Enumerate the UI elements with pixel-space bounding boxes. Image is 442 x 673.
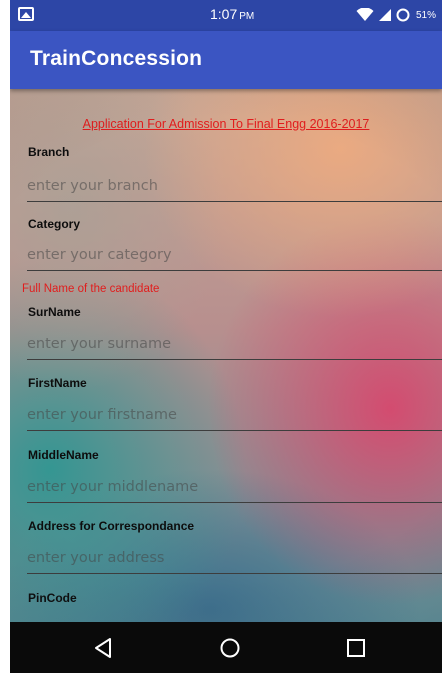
- navigation-bar: [10, 622, 442, 673]
- signal-icon: [378, 9, 391, 21]
- address-input[interactable]: [27, 544, 442, 574]
- wifi-icon: [356, 8, 374, 21]
- back-icon: [95, 638, 111, 658]
- image-notification-icon: [18, 7, 34, 21]
- status-bar: 1:07 PM 51%: [10, 0, 442, 31]
- phone-screen: 1:07 PM 51% TrainConcession Application F…: [10, 0, 442, 673]
- battery-icon: [396, 8, 410, 22]
- branch-input[interactable]: [27, 172, 442, 202]
- form-scroll-area[interactable]: Application For Admission To Final Engg …: [10, 89, 442, 622]
- battery-percent: 51%: [415, 9, 436, 21]
- pincode-label: PinCode: [28, 591, 77, 605]
- firstname-label: FirstName: [28, 376, 87, 390]
- category-input[interactable]: [27, 241, 442, 271]
- app-bar: TrainConcession: [10, 31, 442, 89]
- category-label: Category: [28, 217, 81, 231]
- status-time: 1:07 PM: [210, 6, 254, 22]
- status-icons: 51%: [356, 6, 436, 24]
- back-button[interactable]: [89, 634, 117, 662]
- middlename-label: MiddleName: [28, 448, 99, 462]
- home-icon: [220, 638, 240, 658]
- form-heading: Application For Admission To Final Engg …: [82, 117, 370, 131]
- surname-input[interactable]: [27, 330, 442, 360]
- status-time-value: 1:07: [210, 6, 238, 22]
- middlename-input[interactable]: [27, 473, 442, 503]
- branch-label: Branch: [28, 145, 70, 159]
- full-name-section-title: Full Name of the candidate: [22, 283, 160, 295]
- home-button[interactable]: [216, 634, 244, 662]
- firstname-input[interactable]: [27, 401, 442, 431]
- surname-label: SurName: [28, 305, 81, 319]
- recents-button[interactable]: [342, 634, 370, 662]
- app-title: TrainConcession: [30, 47, 203, 70]
- status-time-suffix: PM: [239, 11, 255, 22]
- recents-icon: [347, 639, 365, 657]
- address-label: Address for Correspondance: [28, 519, 195, 533]
